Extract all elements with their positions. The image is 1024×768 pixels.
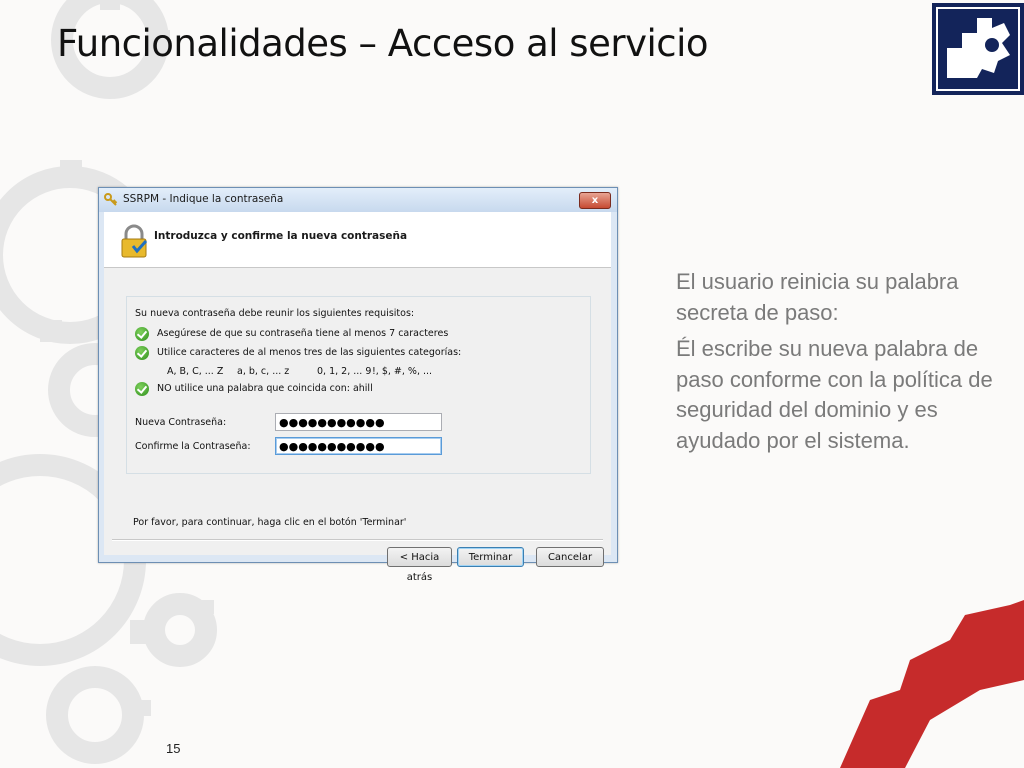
slide-number: 15	[166, 741, 181, 756]
window-titlebar[interactable]: SSRPM - Indique la contraseña x	[99, 188, 617, 212]
slide-body-text: El usuario reinicia su palabra secreta d…	[676, 267, 996, 462]
category-lowercase: a, b, c, ... z	[237, 366, 290, 377]
confirm-password-label: Confirme la Contraseña:	[135, 441, 251, 452]
requirement-text: Utilice caracteres de al menos tres de l…	[157, 347, 462, 358]
organization-logo	[932, 3, 1024, 95]
back-button[interactable]: < Hacia atrás	[387, 547, 452, 583]
requirements-box: Su nueva contraseña debe reunir los sigu…	[126, 296, 591, 474]
slide-title: Funcionalidades – Acceso al servicio	[57, 22, 709, 65]
button-separator	[112, 539, 603, 541]
instruction-text: Por favor, para continuar, haga clic en …	[133, 517, 407, 528]
requirement-text: NO utilice una palabra que coincida con:…	[157, 383, 373, 394]
confirm-password-field[interactable]: ●●●●●●●●●●●	[275, 437, 442, 455]
category-uppercase: A, B, C, ... Z	[167, 366, 224, 377]
check-icon	[135, 327, 149, 341]
dialog-header: Introduzca y confirme la nueva contraseñ…	[104, 212, 611, 268]
check-icon	[135, 382, 149, 396]
body-paragraph-1: El usuario reinicia su palabra secreta d…	[676, 269, 959, 325]
category-digits: 0, 1, 2, ... 9	[317, 366, 372, 377]
new-password-label: Nueva Contraseña:	[135, 417, 227, 428]
ssrpm-password-dialog: SSRPM - Indique la contraseña x Introduz…	[98, 187, 618, 583]
close-button[interactable]: x	[579, 192, 611, 209]
body-paragraph-2: Él escribe su nueva palabra de paso conf…	[676, 336, 993, 453]
dialog-header-title: Introduzca y confirme la nueva contraseñ…	[154, 230, 408, 242]
lock-icon	[121, 224, 148, 258]
window-title: SSRPM - Indique la contraseña	[123, 193, 284, 205]
dialog-content: Su nueva contraseña debe reunir los sigu…	[104, 268, 611, 583]
category-symbols: !, $, #, %, ...	[372, 366, 433, 377]
finish-button[interactable]: Terminar	[457, 547, 524, 567]
check-icon	[135, 346, 149, 360]
dialog-client-area: Introduzca y confirme la nueva contraseñ…	[104, 212, 611, 583]
close-icon: x	[591, 195, 599, 206]
cancel-button[interactable]: Cancelar	[536, 547, 604, 567]
requirements-title: Su nueva contraseña debe reunir los sigu…	[135, 308, 415, 319]
requirement-text: Asegúrese de que su contraseña tiene al …	[157, 328, 449, 339]
new-password-field[interactable]: ●●●●●●●●●●●	[275, 413, 442, 431]
red-gear-decoration	[840, 600, 1024, 768]
key-icon	[104, 193, 118, 206]
